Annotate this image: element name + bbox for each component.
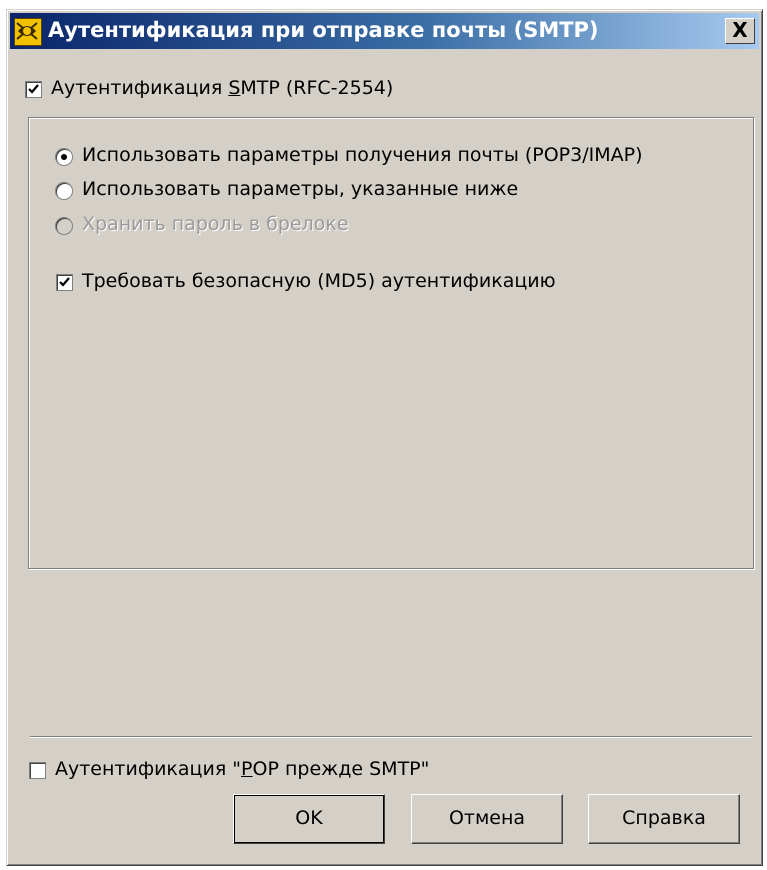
close-button[interactable]: X (725, 18, 755, 44)
radio-use-below-params-label[interactable]: Использовать параметры, указанные ниже (82, 178, 518, 200)
pop-before-smtp-label[interactable]: Аутентификация "POP прежде SMTP" (55, 758, 429, 780)
smtp-auth-label-pre: Аутентификация (51, 77, 229, 99)
pop-before-smtp-label-pre: Аутентификация " (55, 758, 242, 780)
md5-auth-label[interactable]: Требовать безопасную (MD5) аутентификаци… (82, 270, 556, 292)
dialog-title: Аутентификация при отправке почты (SMTP) (48, 18, 599, 42)
separator (30, 736, 752, 738)
radio-selected-dot (61, 154, 67, 160)
checkmark-icon (28, 84, 39, 94)
help-button[interactable]: Справка (588, 794, 740, 844)
pop-before-smtp-label-accel: P (241, 758, 253, 780)
radio-use-receive-params[interactable] (55, 148, 73, 166)
title-bar[interactable]: Аутентификация при отправке почты (SMTP)… (10, 13, 759, 49)
smtp-auth-label-accel: S (228, 77, 241, 99)
smtp-auth-label-post: MTP (RFC-2554) (240, 77, 394, 99)
smtp-auth-dialog: Аутентификация при отправке почты (SMTP)… (6, 9, 763, 866)
radio-store-in-keychain-label: Хранить пароль в брелоке (82, 213, 349, 235)
radio-store-in-keychain (55, 217, 73, 235)
auth-options-group: Использовать параметры получения почты (… (28, 117, 754, 569)
pop-before-smtp-checkbox[interactable] (29, 762, 46, 779)
pop-before-smtp-label-post: OP прежде SMTP" (252, 758, 430, 780)
radio-use-below-params[interactable] (55, 182, 73, 200)
app-icon (14, 18, 42, 46)
md5-auth-checkbox[interactable] (56, 274, 73, 291)
checkmark-icon (59, 277, 70, 287)
radio-use-receive-params-label[interactable]: Использовать параметры получения почты (… (82, 144, 643, 166)
cancel-button[interactable]: Отмена (411, 794, 563, 844)
smtp-auth-label[interactable]: Аутентификация SMTP (RFC-2554) (51, 77, 393, 99)
ok-button[interactable]: OK (233, 794, 385, 844)
close-icon: X (732, 18, 748, 42)
smtp-auth-checkbox[interactable] (25, 81, 42, 98)
